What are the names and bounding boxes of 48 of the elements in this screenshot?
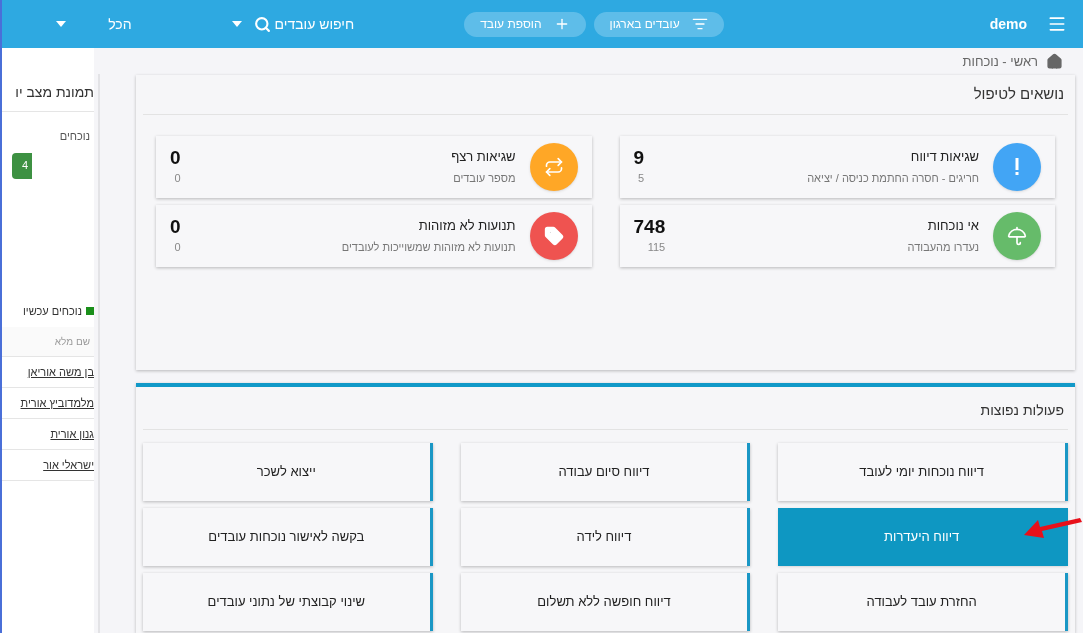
present-count: 4: [12, 152, 32, 179]
legend-label: נוכחים עכשיו: [23, 303, 82, 319]
tag-icon: [543, 225, 564, 246]
issue-count: 0: [170, 146, 181, 171]
filter-icon: [691, 16, 708, 32]
umbrella-icon: [1007, 225, 1027, 246]
issue-subcount: 0: [174, 240, 181, 256]
section-title: נושאים לטיפול: [143, 75, 1068, 115]
issue-subcount: 5: [637, 171, 645, 187]
caret-icon: [56, 21, 67, 27]
search-icon: [253, 15, 271, 33]
action-button[interactable]: שינוי קבוצתי של נתוני עובדים: [143, 573, 433, 631]
employee-link[interactable]: בן משה אוריאן: [27, 363, 94, 381]
action-button[interactable]: ייצוא לשכר: [143, 443, 433, 501]
issue-subcount: 0: [174, 171, 181, 187]
issue-title: שגיאות דיווח: [909, 148, 979, 166]
action-button[interactable]: דיווח נוכחות יומי לעובד: [778, 443, 1068, 501]
action-button[interactable]: דיווח חופשה ללא תשלום: [460, 573, 751, 631]
menu-icon[interactable]: [1047, 14, 1067, 34]
action-button[interactable]: דיווח לידה: [460, 508, 751, 566]
column-header: שם מלא: [2, 327, 94, 357]
present-label: נוכחים: [59, 129, 91, 144]
issue-count: 9: [633, 146, 645, 171]
issue-title: אי נוכחות: [926, 217, 979, 235]
employee-link[interactable]: ישראלי אור: [43, 456, 94, 474]
repeat-arrows-icon: [543, 156, 564, 177]
issue-subtitle: תנועות לא מזוהות שמשוייכות לעובדים: [341, 239, 516, 255]
issue-subcount: 115: [647, 240, 666, 256]
action-button[interactable]: דיווח סיום עבודה: [460, 443, 751, 501]
issue-subtitle: מספר עובדים: [452, 170, 516, 186]
issue-count: 0: [170, 215, 181, 240]
issue-subtitle: חריגים - חסרה החתמת כניסה / יציאה: [807, 170, 979, 186]
home-icon[interactable]: [1046, 53, 1063, 70]
action-button[interactable]: החזרת עובד לעבודה: [778, 573, 1068, 631]
issue-count: 748: [633, 215, 666, 240]
exclamation-icon: [1014, 157, 1020, 176]
action-button[interactable]: בקשה לאישור נוכחות עובדים: [143, 508, 433, 566]
caret-icon: [231, 21, 242, 27]
employee-link[interactable]: גנון אורית: [50, 425, 94, 443]
issue-title: תנועות לא מזוהות: [417, 217, 516, 235]
user-name: demo: [989, 14, 1027, 34]
employee-link[interactable]: מלמדוביץ אורית: [20, 394, 94, 412]
issue-subtitle: נעדרו מהעבודה: [907, 239, 979, 255]
panel-title: תמונת מצב יו: [2, 82, 94, 112]
breadcrumb: ראשי - נוכחות: [962, 52, 1038, 71]
section-title: פעולות נפוצות: [143, 387, 1068, 430]
legend-swatch: [86, 306, 94, 315]
issue-title: שגיאות רצף: [451, 148, 516, 166]
